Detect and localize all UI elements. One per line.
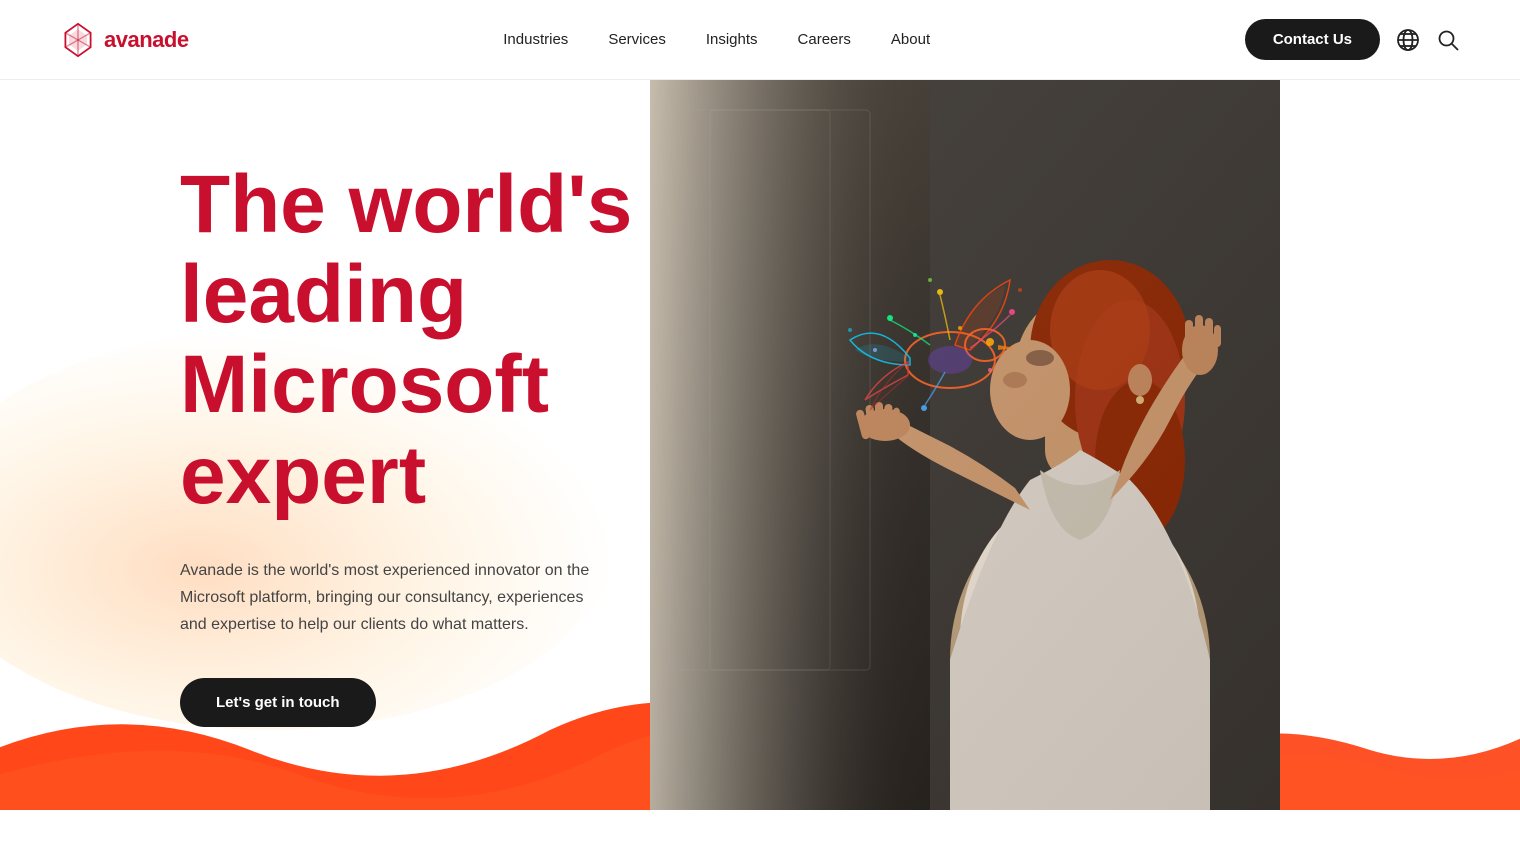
nav-right: Contact Us bbox=[1245, 19, 1460, 60]
hero-illustration bbox=[650, 80, 1280, 810]
logo[interactable]: avanade bbox=[60, 22, 189, 58]
hero-cta-button[interactable]: Let's get in touch bbox=[180, 678, 376, 727]
logo-icon bbox=[60, 22, 96, 58]
hero-description: Avanade is the world's most experienced … bbox=[180, 557, 600, 639]
navigation: avanade Industries Services Insights Car… bbox=[0, 0, 1520, 80]
logo-text: avanade bbox=[104, 27, 189, 53]
hero-title-line4: expert bbox=[180, 430, 426, 521]
globe-button[interactable] bbox=[1396, 28, 1420, 52]
search-icon bbox=[1436, 28, 1460, 52]
nav-item-industries[interactable]: Industries bbox=[503, 31, 568, 49]
hero-title-line3: Microsoft bbox=[180, 339, 549, 430]
globe-icon bbox=[1396, 28, 1420, 52]
hero-title-line2: leading bbox=[180, 249, 467, 340]
hero-title: The world's leading Microsoft expert bbox=[180, 160, 660, 521]
hero-image bbox=[650, 80, 1280, 810]
search-button[interactable] bbox=[1436, 28, 1460, 52]
nav-item-about[interactable]: About bbox=[891, 31, 930, 49]
nav-links: Industries Services Insights Careers Abo… bbox=[503, 31, 930, 49]
nav-item-careers[interactable]: Careers bbox=[798, 31, 851, 49]
hero-section: The world's leading Microsoft expert Ava… bbox=[0, 80, 1520, 810]
nav-item-services[interactable]: Services bbox=[608, 31, 666, 49]
nav-item-insights[interactable]: Insights bbox=[706, 31, 758, 49]
hero-title-line1: The world's bbox=[180, 159, 632, 250]
hero-content: The world's leading Microsoft expert Ava… bbox=[180, 140, 660, 727]
contact-us-button[interactable]: Contact Us bbox=[1245, 19, 1380, 60]
